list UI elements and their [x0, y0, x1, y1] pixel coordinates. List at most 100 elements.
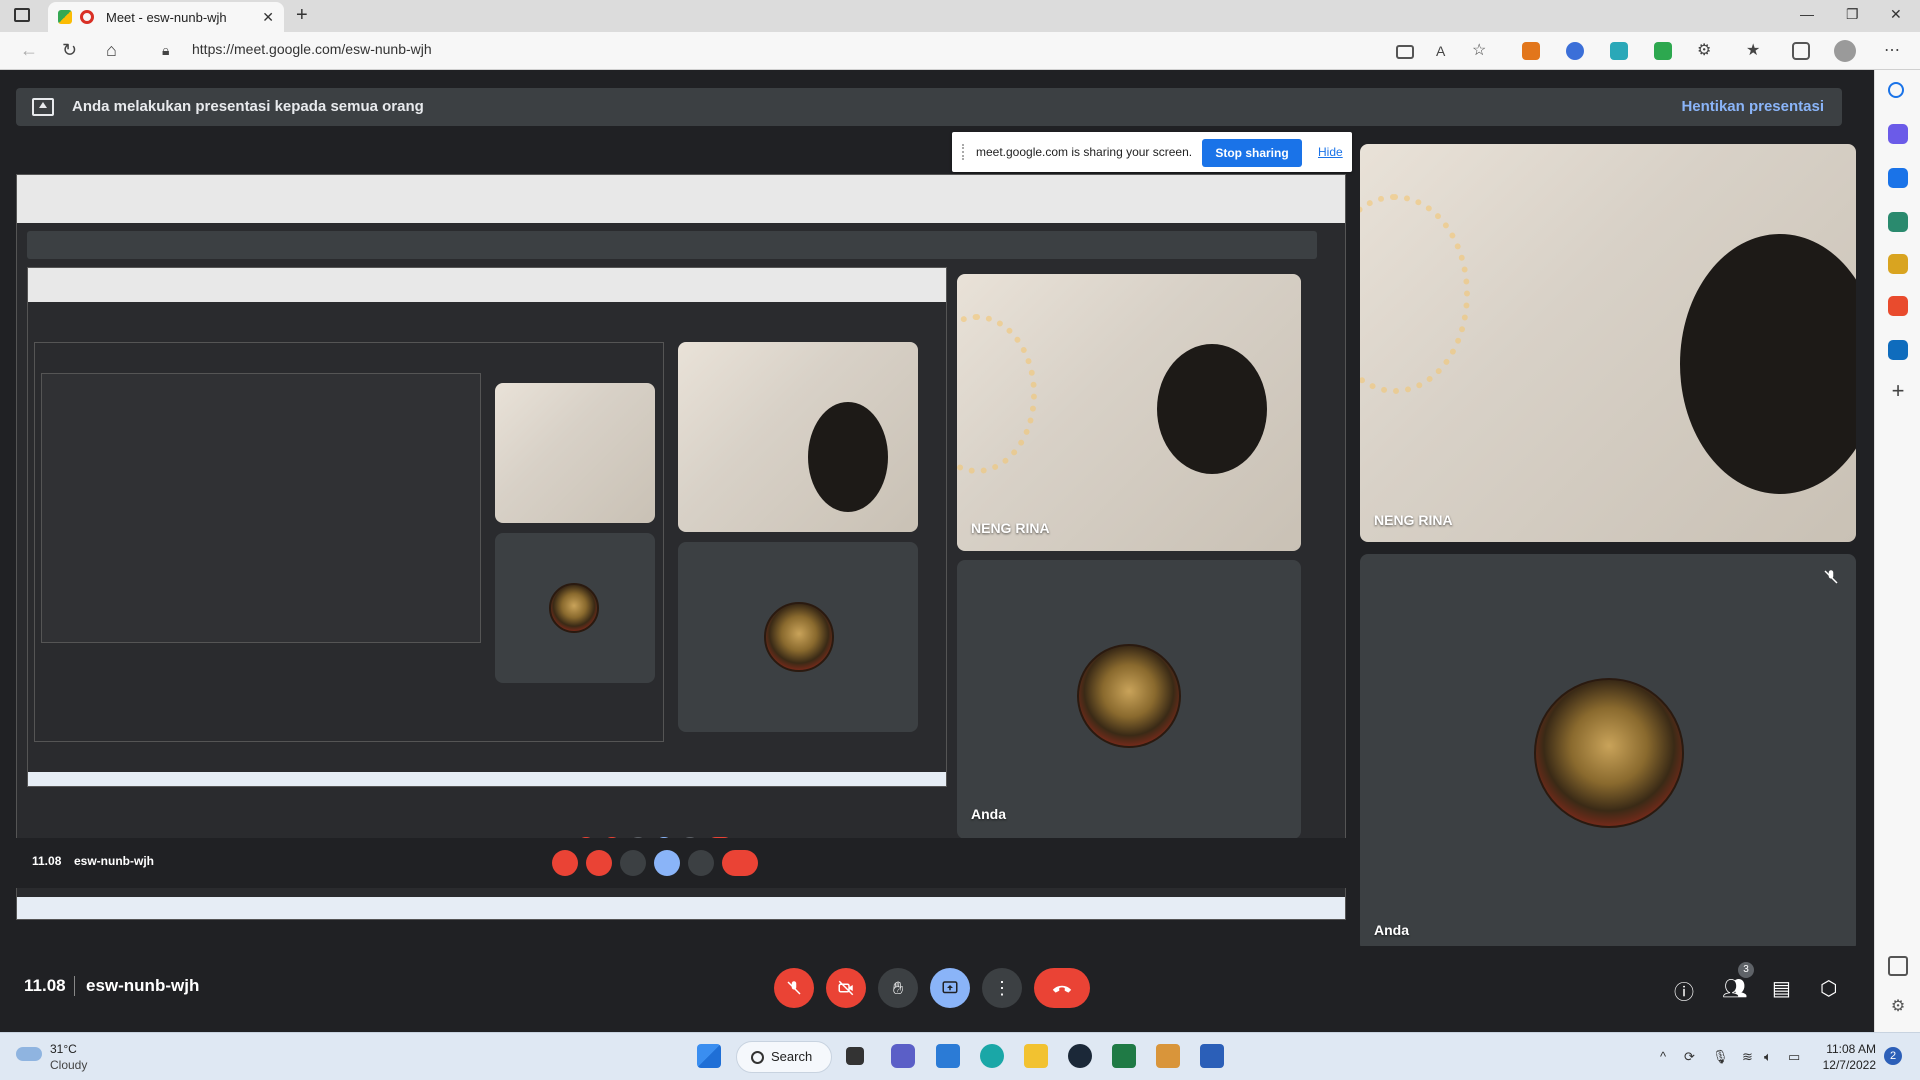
muted-mic-icon [1824, 570, 1838, 584]
shopping-icon[interactable] [1888, 168, 1908, 188]
office-icon[interactable] [1888, 296, 1908, 316]
tools-icon[interactable] [1888, 212, 1908, 232]
weather-temp: 31°C [50, 1042, 77, 1056]
favorite-icon[interactable]: ☆ [1472, 40, 1486, 60]
weather-desc: Cloudy [50, 1058, 88, 1072]
minimize-icon[interactable]: — [1800, 6, 1814, 22]
meeting-info-icon[interactable]: ⓘ [1674, 976, 1694, 1005]
end-call-icon [1052, 985, 1072, 993]
hide-link[interactable]: Hide [1318, 145, 1343, 159]
present-tile-anda: Anda [957, 560, 1301, 836]
stop-sharing-button[interactable]: Stop sharing [1202, 139, 1302, 167]
drag-handle-icon[interactable] [962, 144, 968, 160]
mirror-3-avatar [549, 583, 599, 633]
settings-icon[interactable]: ⚙ [1888, 996, 1908, 1016]
camera-icon[interactable] [1396, 45, 1414, 59]
mirror-code: esw-nunb-wjh [74, 854, 154, 868]
tray-overflow-icon[interactable]: ^ [1660, 1049, 1666, 1064]
raise-hand-button[interactable]: ✋︎ [878, 968, 918, 1008]
task-view-icon[interactable] [846, 1047, 864, 1065]
mirror-browser-chrome [17, 175, 1345, 223]
stop-presenting-link[interactable]: Hentikan presentasi [1681, 98, 1824, 115]
present-screen-icon [32, 98, 54, 116]
browser-tabstrip: Meet - esw-nunb-wjh ✕ + — ❐ ✕ [0, 0, 1920, 32]
mirror-2-person-shape [808, 402, 888, 512]
vscode-icon[interactable] [936, 1044, 960, 1068]
collections-icon[interactable] [1792, 42, 1810, 60]
copilot-icon[interactable] [1888, 124, 1908, 144]
tile-anda: Anda [1360, 554, 1856, 952]
leave-call-button[interactable] [1034, 968, 1090, 1008]
steam-icon[interactable] [1068, 1044, 1092, 1068]
participant-name-anda: Anda [1374, 922, 1409, 938]
metamask-icon[interactable] [1522, 42, 1540, 60]
extension-translate-icon[interactable] [1610, 42, 1628, 60]
microphone-toggle-button[interactable] [774, 968, 814, 1008]
games-icon[interactable] [1888, 254, 1908, 274]
taskbar-search[interactable]: Search [736, 1041, 832, 1073]
mic-tray-icon[interactable]: 🎙︎ [1712, 1049, 1729, 1065]
new-tab-icon[interactable]: + [296, 4, 308, 27]
more-icon[interactable]: ⋯ [1884, 40, 1900, 60]
chat-icon[interactable]: ▤ [1772, 976, 1791, 1001]
extension-blue-icon[interactable] [1566, 42, 1584, 60]
lock-icon[interactable]: 🔒︎ [162, 42, 169, 59]
more-options-button[interactable]: ⋮ [982, 968, 1022, 1008]
sharing-notification: meet.google.com is sharing your screen. … [952, 132, 1352, 172]
present-button[interactable] [930, 968, 970, 1008]
mirror-level-3 [34, 342, 664, 742]
present-icon [942, 981, 958, 994]
favorites-icon[interactable]: ★ [1746, 40, 1760, 60]
profile-avatar[interactable] [1834, 40, 1856, 62]
cloud-icon [16, 1047, 42, 1061]
volume-icon[interactable]: 🔈︎ [1764, 1049, 1772, 1065]
close-window-icon[interactable]: ✕ [1890, 6, 1902, 23]
restore-icon[interactable]: ❐ [1846, 6, 1859, 23]
present-tile-neng-rina: NENG RINA [957, 274, 1301, 550]
file-explorer-icon[interactable] [1024, 1044, 1048, 1068]
url-text[interactable]: https://meet.google.com/esw-nunb-wjh [192, 41, 432, 57]
extensions-icon[interactable]: ⚙ [1697, 40, 1711, 60]
people-icon[interactable]: 👥︎ [1722, 976, 1747, 1001]
hide-sidebar-icon[interactable] [1888, 956, 1908, 976]
clock-time: 11:08 AM [1826, 1042, 1876, 1056]
edge-icon[interactable] [980, 1044, 1004, 1068]
mirror-level-2 [27, 267, 947, 787]
battery-icon[interactable]: ▭ [1788, 1049, 1800, 1065]
metamask-app-icon[interactable] [1156, 1044, 1180, 1068]
start-icon[interactable] [697, 1044, 721, 1068]
string-lights-decor [1360, 194, 1470, 394]
refresh-icon[interactable]: ↻ [62, 40, 77, 61]
tab-meet[interactable]: Meet - esw-nunb-wjh ✕ [48, 2, 284, 32]
meeting-time: 11.08 [24, 976, 66, 995]
add-icon[interactable]: + [1888, 380, 1908, 402]
mirror-time: 11.08 [32, 854, 62, 868]
edge-sidebar: + ⚙ [1874, 70, 1920, 1032]
activities-icon[interactable]: ⬡ [1820, 976, 1837, 1001]
tab-actions-icon[interactable] [14, 8, 30, 22]
search-icon[interactable] [1888, 82, 1904, 98]
wifi-icon[interactable]: ≋ [1742, 1049, 1753, 1065]
mirror-2-avatar-tile [678, 542, 918, 732]
sync-icon[interactable]: ⟳ [1684, 1049, 1695, 1065]
notification-badge[interactable]: 2 [1884, 1047, 1902, 1065]
home-icon[interactable]: ⌂ [106, 40, 117, 61]
excel-icon[interactable] [1112, 1044, 1136, 1068]
system-clock[interactable]: 11:08 AM 12/7/2022 [1816, 1041, 1876, 1073]
camera-toggle-button[interactable] [826, 968, 866, 1008]
present-avatar-anda [1077, 644, 1181, 748]
mirror-3-video-tile [495, 383, 655, 523]
outlook-icon[interactable] [1888, 340, 1908, 360]
back-icon[interactable]: ← [20, 40, 38, 61]
extension-green-icon[interactable] [1654, 42, 1672, 60]
teams-chat-icon[interactable] [891, 1044, 915, 1068]
avatar-anda [1534, 678, 1684, 828]
close-tab-icon[interactable]: ✕ [262, 9, 274, 26]
person-shape [1680, 234, 1856, 494]
participant-name-neng-rina: NENG RINA [1374, 512, 1453, 528]
present-name-neng-rina: NENG RINA [971, 520, 1050, 536]
read-aloud-icon[interactable]: A [1436, 43, 1445, 59]
word-icon[interactable] [1200, 1044, 1224, 1068]
meet-control-bar: 11.08 esw-nunb-wjh ✋︎ ⋮ ⓘ 👥︎ 3 ▤ ⬡ [0, 946, 1874, 1030]
windows-taskbar: 31°C Cloudy Search ^ ⟳ 🎙︎ ≋ 🔈︎ ▭ 11:08 A… [0, 1032, 1920, 1080]
